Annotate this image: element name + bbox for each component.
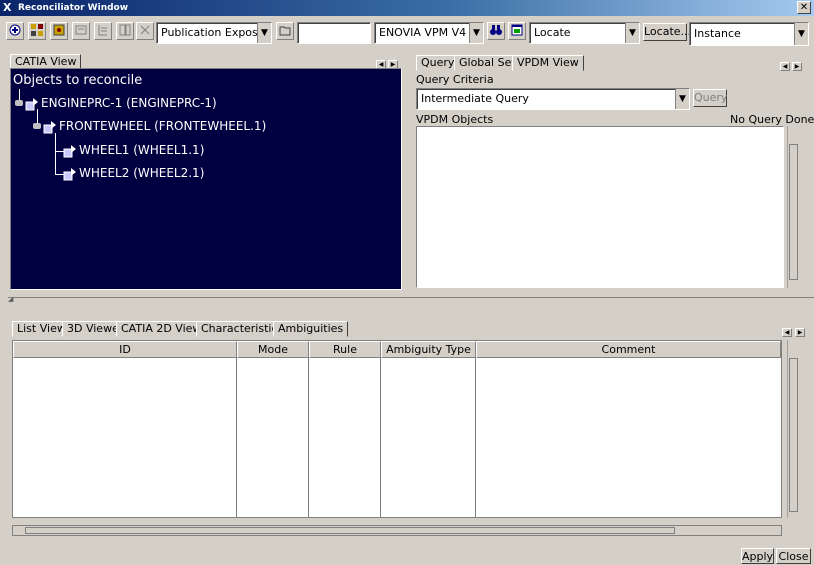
publication-select[interactable]: Publication Exposed ▼	[156, 22, 272, 44]
query-criteria-select[interactable]: Intermediate Query ▼	[416, 88, 690, 110]
query-criteria-value: Intermediate Query	[421, 92, 529, 105]
query-button[interactable]: Query	[693, 89, 727, 107]
tab-global-set[interactable]: Global Set	[454, 55, 521, 71]
window-title: Reconciliator Window	[18, 3, 129, 13]
product-node-icon	[25, 97, 39, 111]
tree-node-label: WHEEL2 (WHEEL2.1)	[79, 166, 205, 180]
scrollbar-track[interactable]	[789, 358, 798, 512]
tab-vpdm-view[interactable]: VPDM View	[512, 55, 584, 71]
column-body-mode	[237, 358, 309, 518]
vpdm-objects-label: VPDM Objects	[416, 113, 494, 126]
locate-select-value: Locate	[534, 26, 571, 39]
tree-expander[interactable]	[33, 123, 41, 129]
part-node-icon	[63, 167, 77, 181]
window-title-bar: X Reconciliator Window	[0, 0, 814, 16]
query-criteria-label: Query Criteria	[416, 73, 494, 86]
tab-ambiguities[interactable]: Ambiguities	[273, 321, 349, 337]
panel-expand-button[interactable]: ▶	[792, 62, 802, 71]
vpdm-scrollbar[interactable]	[787, 126, 799, 288]
product-node-icon	[43, 120, 57, 134]
panel-expand-button[interactable]: ▶	[795, 328, 805, 337]
chevron-down-icon[interactable]: ▼	[675, 89, 689, 109]
panel-collapse-button[interactable]: ◀	[780, 62, 790, 71]
tree-node-label: ENGINEPRC-1 (ENGINEPRC-1)	[41, 96, 217, 110]
chevron-down-icon[interactable]: ▼	[625, 23, 639, 43]
chevron-down-icon[interactable]: ▼	[257, 23, 271, 43]
panel-collapse-button[interactable]: ◀	[782, 328, 792, 337]
column-header-id[interactable]: ID	[13, 341, 237, 358]
folder-icon[interactable]	[276, 22, 294, 40]
window-close-button[interactable]: ✕	[797, 1, 811, 14]
tree-node-label: WHEEL1 (WHEEL1.1)	[79, 143, 205, 157]
scrollbar-thumb[interactable]	[25, 527, 675, 534]
ambiguity-table[interactable]: ID Mode Rule Ambiguity Type Comment	[12, 340, 782, 518]
tree-node-label: FRONTEWHEEL (FRONTEWHEEL.1)	[59, 119, 267, 133]
locate-select[interactable]: Locate ▼	[529, 22, 640, 44]
list-icon[interactable]	[136, 22, 154, 40]
column-body-id	[13, 358, 237, 518]
source-select-value: ENOVIA VPM V4	[379, 26, 467, 39]
tree-expander[interactable]	[15, 100, 23, 106]
structure-icon[interactable]	[94, 22, 112, 40]
tab-query[interactable]: Query	[416, 55, 460, 71]
column-body-rule	[309, 358, 381, 518]
column-header-rule[interactable]: Rule	[309, 341, 381, 358]
part-node-icon	[63, 144, 77, 158]
tools-icon[interactable]	[28, 22, 46, 40]
vpdm-objects-list[interactable]	[416, 126, 784, 288]
select-icon[interactable]	[72, 22, 90, 40]
table-horizontal-scrollbar[interactable]	[12, 525, 782, 536]
tab-catia-2d-view[interactable]: CATIA 2D View	[116, 321, 207, 337]
table-vertical-scrollbar[interactable]	[787, 340, 799, 518]
column-body-ambiguity-type	[381, 358, 476, 518]
close-button[interactable]: Close	[776, 548, 811, 564]
panel-splitter[interactable]	[8, 297, 814, 298]
compare-icon[interactable]	[116, 22, 134, 40]
tree-title: Objects to reconcile	[13, 73, 143, 88]
publication-select-value: Publication Exposed	[161, 26, 272, 39]
chevron-down-icon[interactable]: ▼	[794, 23, 808, 45]
column-header-comment[interactable]: Comment	[476, 341, 781, 358]
product-icon[interactable]	[50, 22, 68, 40]
tree-connector	[55, 133, 56, 175]
tree-node[interactable]: WHEEL2 (WHEEL2.1)	[63, 166, 204, 181]
tree-node[interactable]: ENGINEPRC-1 (ENGINEPRC-1)	[25, 96, 217, 111]
column-header-mode[interactable]: Mode	[237, 341, 309, 358]
query-status: No Query Done	[730, 113, 814, 126]
tree-node[interactable]: WHEEL1 (WHEEL1.1)	[63, 143, 204, 158]
locate-button[interactable]: Locate...	[643, 23, 691, 41]
filter-field[interactable]	[297, 22, 371, 44]
apply-button[interactable]: Apply	[741, 548, 774, 564]
reconcile-icon[interactable]	[6, 22, 24, 40]
instance-select[interactable]: Instance ▼	[689, 22, 809, 46]
window-icon[interactable]	[508, 22, 526, 40]
column-header-ambiguity-type[interactable]: Ambiguity Type	[381, 341, 476, 358]
scrollbar-track[interactable]	[789, 144, 798, 280]
source-select[interactable]: ENOVIA VPM V4 ▼	[374, 22, 484, 44]
instance-select-value: Instance	[694, 27, 741, 40]
splitter-handle-icon[interactable]: ◢	[8, 295, 13, 303]
catia-tree-panel[interactable]: Objects to reconcile ENGINEPRC-1 (ENGINE…	[10, 68, 402, 290]
app-icon: X	[3, 1, 12, 14]
chevron-down-icon[interactable]: ▼	[469, 23, 483, 43]
binoculars-icon[interactable]	[487, 22, 505, 40]
tree-node[interactable]: FRONTEWHEEL (FRONTEWHEEL.1)	[43, 119, 266, 134]
